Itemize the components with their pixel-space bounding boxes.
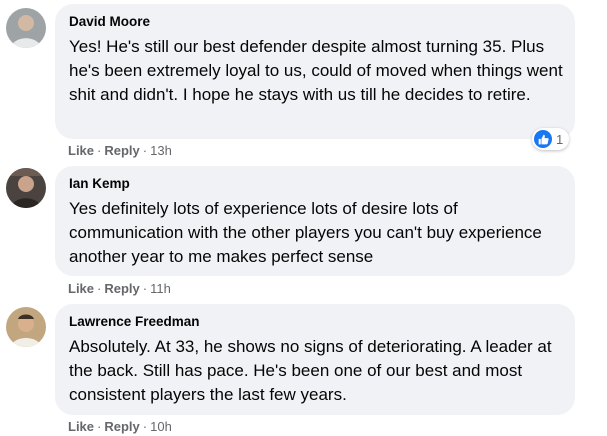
- comment-author[interactable]: David Moore: [69, 14, 150, 29]
- comment-bubble: Lawrence Freedman Absolutely. At 33, he …: [55, 304, 575, 415]
- like-link[interactable]: Like: [68, 143, 94, 158]
- reply-link[interactable]: Reply: [104, 419, 139, 434]
- comment-actions: Like · Reply · 10h: [68, 419, 172, 434]
- comment-bubble: Ian Kemp Yes definitely lots of experien…: [55, 166, 575, 276]
- reply-link[interactable]: Reply: [104, 143, 139, 158]
- comment-author[interactable]: Ian Kemp: [69, 176, 130, 191]
- like-link[interactable]: Like: [68, 419, 94, 434]
- avatar[interactable]: [6, 168, 46, 208]
- comment-bubble: David Moore Yes! He's still our best def…: [55, 4, 575, 139]
- avatar[interactable]: [6, 8, 46, 48]
- comment-text: Yes definitely lots of experience lots o…: [69, 199, 542, 266]
- comment-timestamp[interactable]: 11h: [150, 281, 171, 296]
- comment-timestamp[interactable]: 10h: [150, 419, 172, 434]
- reaction-summary[interactable]: 1: [532, 128, 570, 150]
- comment-text: Yes! He's still our best defender despit…: [69, 37, 563, 104]
- comment-author[interactable]: Lawrence Freedman: [69, 314, 200, 329]
- separator-dot: ·: [142, 281, 148, 296]
- like-link[interactable]: Like: [68, 281, 94, 296]
- separator-dot: ·: [97, 419, 102, 434]
- separator-dot: ·: [97, 143, 102, 158]
- reply-link[interactable]: Reply: [104, 281, 139, 296]
- comment-actions: Like · Reply · 11h: [68, 281, 171, 296]
- separator-dot: ·: [142, 419, 148, 434]
- comment-timestamp[interactable]: 13h: [150, 143, 172, 158]
- separator-dot: ·: [142, 143, 148, 158]
- avatar[interactable]: [6, 307, 46, 347]
- comment-actions: Like · Reply · 13h: [68, 143, 172, 158]
- reaction-count: 1: [556, 131, 564, 147]
- separator-dot: ·: [97, 281, 102, 296]
- comment-text: Absolutely. At 33, he shows no signs of …: [69, 337, 552, 404]
- like-reaction-icon: [534, 130, 552, 148]
